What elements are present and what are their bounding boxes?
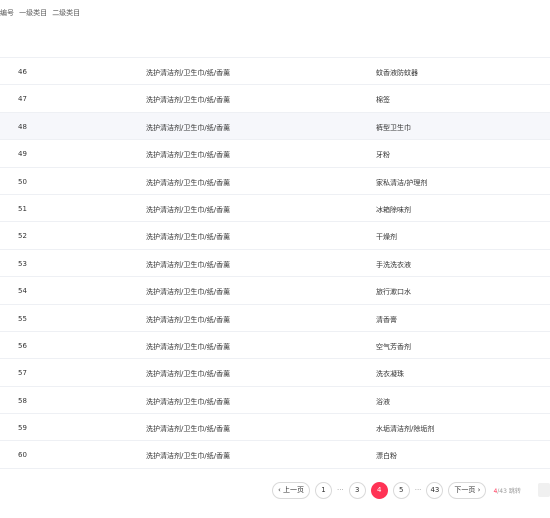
- cell-category-level2: 空气芳香剂: [376, 342, 411, 351]
- table-row: 48 洗护清洁剂/卫生巾/纸/香薰 裤型卫生巾: [0, 112, 550, 141]
- cell-category-level2: 漂白粉: [376, 452, 397, 461]
- cell-category-level1: 洗护清洁剂/卫生巾/纸/香薰: [146, 425, 231, 434]
- pagination-ellipsis-left: ···: [337, 486, 344, 494]
- table-row: 55 洗护清洁剂/卫生巾/纸/香薰 清香膏: [0, 305, 550, 332]
- table-row: 59 洗护清洁剂/卫生巾/纸/香薰 水垢清洁剂/除垢剂: [0, 414, 550, 442]
- table-row: 54 洗护清洁剂/卫生巾/纸/香薰 旅行漱口水: [0, 277, 550, 305]
- page-5-button[interactable]: 5: [392, 481, 410, 499]
- cell-category-level1: 洗护清洁剂/卫生巾/纸/香薰: [146, 96, 231, 105]
- cell-category-level2: 牙粉: [376, 151, 390, 160]
- page-4-button-current[interactable]: 4: [370, 481, 388, 499]
- pagination: ‹ 上一页 1 ··· 3 4 5 ··· 43 下一页 › 4/43 跳转: [272, 481, 521, 499]
- pagination-ellipsis-right: ···: [414, 486, 422, 494]
- header-category-level1: 一级类目: [19, 9, 48, 17]
- cell-id: 46: [18, 68, 27, 76]
- cell-category-level1: 洗护清洁剂/卫生巾/纸/香薰: [146, 315, 231, 324]
- page-indicator: 4/43 跳转: [493, 486, 520, 495]
- cell-category-level2: 旅行漱口水: [376, 288, 411, 297]
- cell-category-level2: 家私清洁/护理剂: [376, 178, 428, 187]
- cell-category-level1: 洗护清洁剂/卫生巾/纸/香薰: [146, 151, 231, 160]
- cell-id: 50: [18, 177, 27, 186]
- header-category-level2: 二级类目: [52, 9, 81, 17]
- table-row: 60 洗护清洁剂/卫生巾/纸/香薰 漂白粉: [0, 441, 550, 469]
- cell-id: 60: [18, 451, 27, 460]
- next-page-button[interactable]: 下一页 ›: [448, 481, 487, 499]
- cell-category-level1: 洗护清洁剂/卫生巾/纸/香薰: [146, 260, 231, 269]
- table-row: 57 洗护清洁剂/卫生巾/纸/香薰 洗衣凝珠: [0, 359, 550, 387]
- table-row: 58 洗护清洁剂/卫生巾/纸/香薰 浴液: [0, 387, 550, 415]
- cell-id: 48: [18, 122, 27, 131]
- prev-page-button[interactable]: ‹ 上一页: [272, 481, 311, 499]
- goto-label: 跳转: [508, 487, 521, 495]
- cell-category-level2: 浴液: [376, 397, 390, 406]
- cell-id: 56: [18, 341, 27, 350]
- cell-category-level2: 手洗洗衣液: [376, 260, 411, 269]
- cell-category-level1: 洗护清洁剂/卫生巾/纸/香薰: [146, 205, 231, 214]
- table-row: 49 洗护清洁剂/卫生巾/纸/香薰 牙粉: [0, 140, 550, 168]
- cell-id: 51: [18, 204, 27, 213]
- cell-category-level2: 棉签: [376, 96, 390, 105]
- cell-category-level2: 水垢清洁剂/除垢剂: [376, 425, 435, 434]
- page-1-button[interactable]: 1: [315, 481, 333, 499]
- category-table: 编号 一级类目 二级类目 46 洗护清洁剂/卫生巾/纸/香薰 蚊香液防蚊器 47 洗护清…: [0, 0, 550, 469]
- cell-category-level2: 裤型卫生巾: [376, 123, 411, 132]
- cell-category-level1: 洗护清洁剂/卫生巾/纸/香薰: [146, 397, 231, 406]
- header-id: 编号: [0, 9, 14, 17]
- table-body: 46 洗护清洁剂/卫生巾/纸/香薰 蚊香液防蚊器 47 洗护清洁剂/卫生巾/纸/香薰 棉签…: [0, 58, 550, 469]
- table-row: 56 洗护清洁剂/卫生巾/纸/香薰 空气芳香剂: [0, 332, 550, 360]
- cell-category-level1: 洗护清洁剂/卫生巾/纸/香薰: [146, 123, 231, 132]
- page-3-button[interactable]: 3: [348, 481, 366, 499]
- cell-id: 49: [18, 150, 27, 159]
- cell-category-level1: 洗护清洁剂/卫生巾/纸/香薰: [146, 233, 231, 242]
- cell-category-level2: 清香膏: [376, 315, 397, 324]
- cell-category-level1: 洗护清洁剂/卫生巾/纸/香薰: [146, 288, 231, 297]
- cell-category-level1: 洗护清洁剂/卫生巾/纸/香薰: [146, 178, 231, 187]
- cell-category-level1: 洗护清洁剂/卫生巾/纸/香薰: [146, 452, 231, 461]
- table-row: 53 洗护清洁剂/卫生巾/纸/香薰 手洗洗衣液: [0, 250, 550, 278]
- page-43-button[interactable]: 43: [426, 481, 444, 499]
- table-row: 47 洗护清洁剂/卫生巾/纸/香薰 棉签: [0, 85, 550, 113]
- cell-id: 52: [18, 232, 27, 241]
- table-row: 50 洗护清洁剂/卫生巾/纸/香薰 家私清洁/护理剂: [0, 168, 550, 195]
- cell-id: 57: [18, 369, 27, 378]
- cell-category-level1: 洗护清洁剂/卫生巾/纸/香薰: [146, 69, 231, 77]
- cell-id: 59: [18, 424, 27, 433]
- table-header: 编号 一级类目 二级类目: [0, 0, 550, 58]
- cell-id: 54: [18, 287, 27, 296]
- cell-category-level2: 蚊香液防蚊器: [376, 69, 418, 77]
- cell-category-level2: 干燥剂: [376, 233, 397, 242]
- table-row: 52 洗护清洁剂/卫生巾/纸/香薰 干燥剂: [0, 222, 550, 250]
- goto-page-input[interactable]: [538, 483, 550, 497]
- cell-category-level1: 洗护清洁剂/卫生巾/纸/香薰: [146, 370, 231, 379]
- cell-category-level2: 洗衣凝珠: [376, 370, 404, 379]
- cell-id: 58: [18, 396, 27, 405]
- cell-id: 47: [18, 95, 27, 104]
- cell-id: 55: [18, 314, 27, 323]
- table-row: 51 洗护清洁剂/卫生巾/纸/香薰 冰箱除味剂: [0, 195, 550, 223]
- cell-id: 53: [18, 259, 27, 268]
- table-row: 46 洗护清洁剂/卫生巾/纸/香薰 蚊香液防蚊器: [0, 58, 550, 86]
- page-indicator-total: /43: [497, 487, 507, 495]
- cell-category-level2: 冰箱除味剂: [376, 205, 411, 214]
- cell-category-level1: 洗护清洁剂/卫生巾/纸/香薰: [146, 342, 231, 351]
